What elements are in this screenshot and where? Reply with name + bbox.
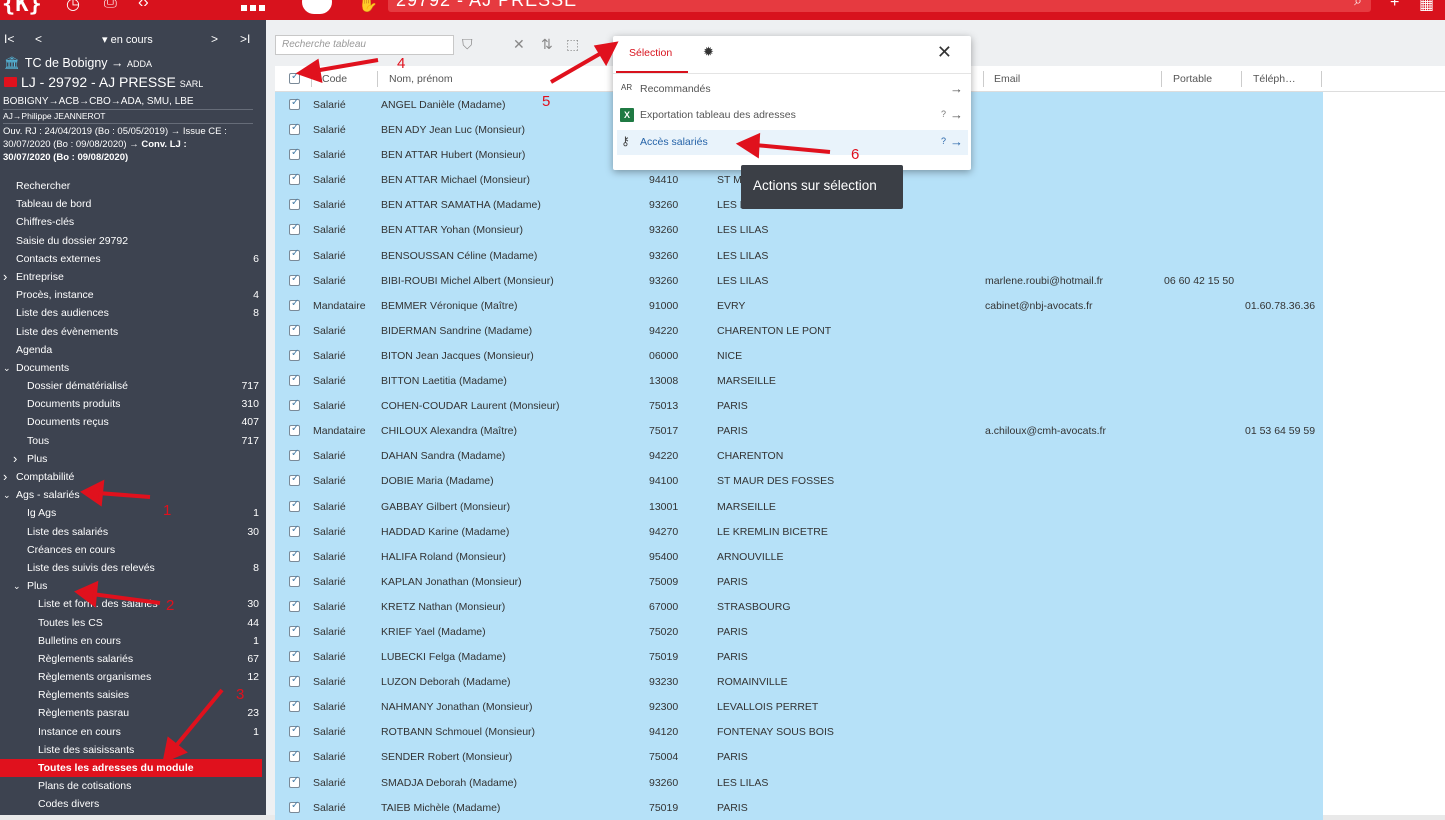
annotation-arrowhead-1: [80, 479, 105, 507]
annotation-label-3: 3: [236, 686, 245, 703]
annotation-arrowhead-5: [593, 41, 619, 67]
annotation-arrow-3: [173, 688, 224, 749]
annotation-arrow-5: [550, 50, 604, 84]
annotation-arrow-2: [91, 592, 161, 605]
annotation-arrowhead-6: [735, 132, 761, 159]
annotation-label-4: 4: [397, 55, 406, 72]
annotation-arrowhead-2: [74, 580, 99, 608]
annotation-arrowhead-3: [162, 736, 188, 764]
annotation-arrowhead-4: [295, 58, 323, 84]
annotation-arrow-4: [319, 58, 379, 72]
annotation-label-5: 5: [542, 93, 551, 110]
annotation-arrow-6: [754, 143, 831, 154]
annotation-label-1: 1: [163, 502, 172, 519]
annotation-label-2: 2: [166, 597, 175, 614]
annotation-arrow-1: [97, 491, 151, 499]
annotation-arrows: [74, 41, 831, 764]
annotation-label-6: 6: [851, 146, 860, 163]
